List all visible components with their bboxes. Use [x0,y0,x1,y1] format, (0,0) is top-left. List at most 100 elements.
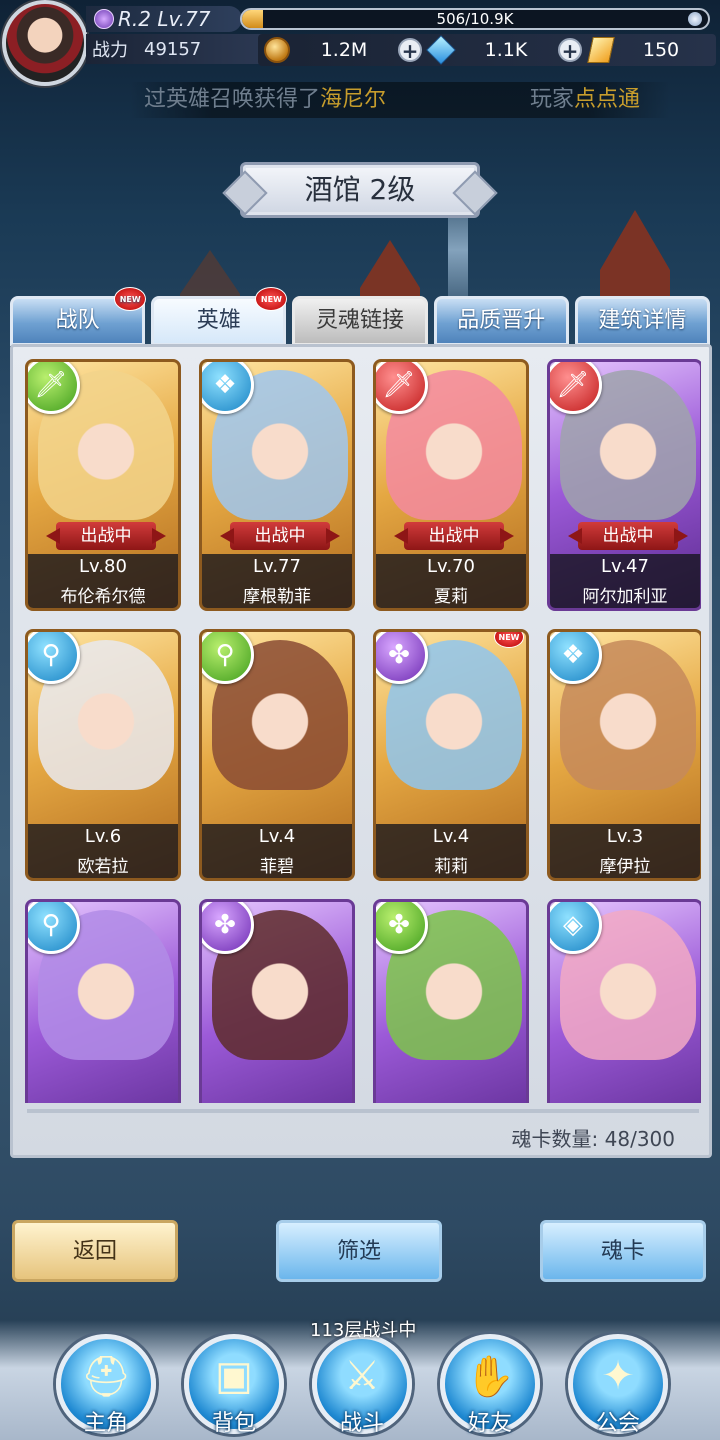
hero-level: Lv.47 [601,556,649,577]
hero-name: 摩伊拉 [599,857,651,877]
deployed-badge: 出战中 [56,522,156,550]
new-badge: NEW [114,287,147,311]
rank-level-text: R.2 Lv.77 [118,7,211,31]
hero-face [48,662,164,832]
hero-info: Lv.3 摩伊拉 [550,824,700,878]
announcement-message: 过英雄召唤获得了海尼尔 [144,87,387,112]
hero-card[interactable]: ◈ [547,899,701,1103]
exp-bar: 506/10.9K [240,8,710,30]
hero-card[interactable]: ✤ [199,899,355,1103]
hero-grid[interactable]: 🗡 出战中 Lv.80 布伦希尔德 ❖ 出战中 Lv.77 摩根勒菲 🗡 出战中 Lv.70 夏莉 🗡 出… [25,359,701,1103]
handshake-icon: ✋ [465,1354,515,1400]
page-title: 酒馆 2级 [240,162,480,218]
hero-info: Lv.77 摩根勒菲 [202,554,352,608]
hero-card[interactable]: ⚲ Lv.6 欧若拉 [25,629,181,881]
announcement-marquee: 过英雄召唤获得了海尼尔 玩家点点通 [130,82,670,118]
card-count: 魂卡数量: 48/300 [511,1127,675,1151]
back-button[interactable]: 返回 [12,1220,178,1282]
announcement-message: 玩家点点通 [530,87,641,112]
ticket-icon [587,37,615,63]
hero-level: Lv.4 [258,826,296,847]
tab-bar: 战队 NEW 英雄 NEW 灵魂链接 品质晋升 建筑详情 [10,287,711,346]
soul-card-button[interactable]: 魂卡 [540,1220,706,1282]
hero-card[interactable]: ❖ Lv.3 摩伊拉 [547,629,701,881]
power-value: 49157 [144,38,202,60]
hero-info: Lv.6 欧若拉 [28,824,178,878]
tab-building-details[interactable]: 建筑详情 [574,296,711,346]
add-crystal-button[interactable]: + [558,38,582,62]
hero-name: 欧若拉 [77,857,129,877]
nav-battle[interactable]: ⚔ 战斗 [312,1334,412,1436]
deployed-badge: 出战中 [578,522,678,550]
hero-card[interactable]: ⚲ Lv.4 菲碧 [199,629,355,881]
hero-name: 莉莉 [434,857,468,877]
exp-gem-icon [688,12,702,26]
hero-card[interactable]: 🗡 出战中 Lv.70 夏莉 [373,359,529,611]
hero-level: Lv.3 [606,826,644,847]
crossed-swords-icon: ⚔ [344,1353,380,1399]
ticket-resource: 150 [582,34,710,66]
hero-info: Lv.4 莉莉 [376,824,526,878]
gold-value: 1.2M [320,39,368,61]
guild-emblem-icon: ✦ [601,1353,635,1399]
crystal-resource: 1.1K [422,34,558,66]
hero-face [570,662,686,832]
hero-level: Lv.80 [79,556,127,577]
hero-info: Lv.70 夏莉 [376,554,526,608]
crystal-icon [426,35,456,65]
player-level: R.2 Lv.77 [86,6,242,32]
hero-name: 夏莉 [434,587,468,607]
filter-button[interactable]: 筛选 [276,1220,442,1282]
player-avatar[interactable] [2,0,88,86]
hero-info: Lv.4 菲碧 [202,824,352,878]
exp-text: 506/10.9K [436,10,514,28]
backpack-icon: ▣ [215,1353,253,1399]
tab-quality-upgrade[interactable]: 品质晋升 [433,296,569,346]
nav-backpack[interactable]: ▣ 背包 [184,1334,284,1436]
hero-info: Lv.47 阿尔加利亚 [550,554,700,608]
helmet-icon: ⛑ [80,1354,132,1400]
nav-guild[interactable]: ✦ 公会 [568,1334,668,1436]
hero-name: 摩根勒菲 [243,587,311,607]
rank-badge-icon [94,9,114,29]
hero-info: Lv.80 布伦希尔德 [28,554,178,608]
tab-heroes[interactable]: 英雄 NEW [151,287,288,346]
hero-face [396,662,512,832]
combat-power: 战力 49157 [86,34,262,64]
deployed-badge: 出战中 [230,522,330,550]
hero-card[interactable]: ❖ 出战中 Lv.77 摩根勒菲 [199,359,355,611]
battle-status: 113层战斗中 [310,1320,417,1341]
player-status-bar: R.2 Lv.77 506/10.9K 战力 49157 1.2M + 1.1K… [0,0,720,86]
new-badge: NEW [255,287,288,311]
hero-face [396,932,512,1102]
tab-soul-link[interactable]: 灵魂链接 [292,296,428,346]
hero-card[interactable]: ✤ [373,899,529,1103]
hero-name: 布伦希尔德 [60,587,146,607]
hero-level: Lv.6 [84,826,122,847]
nav-hero[interactable]: ⛑ 主角 [56,1334,156,1436]
hero-face [222,662,338,832]
hero-card[interactable]: 🗡 出战中 Lv.80 布伦希尔德 [25,359,181,611]
tab-team[interactable]: 战队 NEW [10,287,147,346]
new-badge: NEW [494,632,524,648]
hero-level: Lv.70 [427,556,475,577]
hero-card[interactable]: ⚲ [25,899,181,1103]
panel-divider [27,1109,699,1113]
add-gold-button[interactable]: + [398,38,422,62]
hero-name: 阿尔加利亚 [582,587,668,607]
ticket-value: 150 [642,39,680,61]
hero-card[interactable]: 🗡 出战中 Lv.47 阿尔加利亚 [547,359,701,611]
crystal-value: 1.1K [484,39,528,61]
hero-face [222,932,338,1102]
hero-name: 菲碧 [260,857,294,877]
resource-strip: 1.2M + 1.1K + 150 [258,34,716,66]
deployed-badge: 出战中 [404,522,504,550]
nav-friends[interactable]: ✋ 好友 [440,1334,540,1436]
power-label: 战力 [92,40,128,61]
hero-card[interactable]: ✤ NEW Lv.4 莉莉 [373,629,529,881]
gold-resource: 1.2M [258,34,398,66]
hero-level: Lv.77 [253,556,301,577]
hero-level: Lv.4 [432,826,470,847]
hero-panel: 🗡 出战中 Lv.80 布伦希尔德 ❖ 出战中 Lv.77 摩根勒菲 🗡 出战中 Lv.70 夏莉 🗡 出… [10,344,712,1158]
hero-face [570,932,686,1102]
